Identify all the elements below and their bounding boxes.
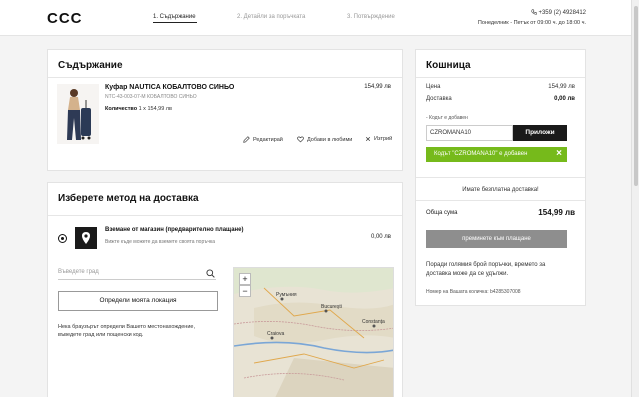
cart-divider-3 (416, 200, 585, 201)
product-code: NTC-43-003-07-M КОБАЛТОВО СИНЬО (105, 94, 197, 100)
product-quantity: Количество 1 x 154,99 лв (105, 106, 172, 112)
add-to-favorites-button[interactable]: Добави в любими (297, 136, 352, 143)
pencil-icon (243, 136, 250, 143)
coupon-input[interactable]: CZROMANA10 (426, 125, 513, 141)
cart-shipping-row: Доставка 0,00 лв (426, 96, 575, 102)
coupon-success-banner: Кодът "CZROMANA10" е добавен × (426, 147, 567, 162)
cart-price-row: Цена 154,99 лв (426, 84, 575, 90)
map-label-craiova: Craiova (267, 331, 284, 337)
delivery-title: Изберете метод на доставка (58, 193, 199, 204)
proceed-to-payment-button[interactable]: преминете към плащане (426, 230, 567, 248)
content-title: Съдържание (58, 60, 123, 71)
shipping-label: Доставка (426, 96, 452, 102)
location-hint: Нека браузърът определи Вашето местонахо… (58, 324, 196, 338)
step-details: 2. Детайли за поръчката (237, 14, 306, 20)
active-step-underline (153, 22, 197, 23)
remove-button[interactable]: Изтрий (365, 136, 392, 142)
site-logo[interactable]: CCC (47, 10, 83, 27)
cart-number: Номер на Вашата количка: b4285307008 (426, 289, 521, 295)
total-row: Обща сума 154,99 лв (426, 208, 575, 217)
price-label: Цена (426, 84, 441, 90)
delivery-option-title: Вземане от магазин (предварително плащан… (105, 227, 244, 233)
store-pickup-badge (75, 227, 97, 249)
price-value: 154,99 лв (548, 84, 575, 90)
site-header: CCC 1. Съдържание 2. Детайли за поръчкат… (0, 0, 631, 36)
cart-card: Кошница Цена 154,99 лв Доставка 0,00 лв … (415, 49, 586, 306)
scrollbar-thumb[interactable] (634, 6, 638, 186)
delivery-divider (48, 215, 402, 216)
remove-label: Изтрий (374, 136, 393, 142)
product-image[interactable] (57, 84, 99, 144)
heart-icon (297, 136, 304, 143)
delivery-option-subtitle: Вижте къде можете да вземете своята поръ… (105, 239, 216, 245)
map-label-constanta: Constanța (362, 319, 385, 325)
shipping-value: 0,00 лв (554, 96, 575, 102)
map-graphic: Bucureşti Румъния Craiova Constanța (234, 268, 393, 397)
coupon-success-text: Кодът "CZROMANA10" е добавен (434, 151, 528, 157)
phone-number[interactable]: +359 (2) 4928412 (538, 10, 586, 16)
cart-title: Кошница (426, 60, 471, 71)
free-shipping-message: Имате безплатна доставка! (462, 187, 539, 193)
city-search-input[interactable]: Въведете град (58, 266, 216, 280)
store-map[interactable]: Bucureşti Румъния Craiova Constanța + − (233, 267, 394, 397)
phone-line: +359 (2) 4928412 (478, 8, 586, 18)
cart-divider (416, 77, 585, 78)
delivery-card: Изберете метод на доставка Вземане от ма… (47, 182, 403, 397)
product-name[interactable]: Куфар NAUTICA КОБАЛТОВО СИНЬО (105, 84, 234, 91)
phone-icon (531, 9, 537, 15)
map-label-bucharest: Bucureşti (321, 304, 342, 310)
edit-label: Редактирай (253, 136, 283, 143)
delivery-option-price: 0,00 лв (370, 234, 391, 240)
content-card: Съдържание Куфар NAUTICA КОБАЛТОВО СИНЬО… (47, 49, 403, 171)
working-hours: Понеделник - Петък от 09:00 ч. до 18:00 … (477, 20, 586, 26)
total-label: Обща сума (426, 210, 458, 216)
search-icon[interactable] (206, 269, 215, 278)
locate-me-button[interactable]: Определи моята локация (58, 291, 218, 311)
coupon-label: - Кодът е добавен (426, 115, 468, 121)
product-price: 154,99 лв (364, 84, 391, 90)
page-scrollbar[interactable] (631, 0, 639, 397)
contact-info: +359 (2) 4928412 Понеделник - Петък от 0… (478, 8, 586, 28)
apply-coupon-button[interactable]: Приложи (513, 125, 567, 141)
quantity-value: 1 x 154,99 лв (138, 106, 172, 112)
location-pin-icon (82, 232, 90, 244)
edit-button[interactable]: Редактирай (243, 136, 283, 143)
remove-coupon-icon[interactable]: × (556, 148, 562, 159)
step-confirmation: 3. Потвърждение (347, 14, 395, 20)
delivery-delay-note: Поради голямия брой поръчки, времето за … (426, 262, 546, 277)
map-zoom-in-button[interactable]: + (239, 273, 251, 285)
step-content[interactable]: 1. Съдържание (153, 14, 196, 20)
content-divider (48, 77, 402, 78)
map-label-romania: Румъния (276, 292, 297, 298)
cart-divider-2 (416, 177, 585, 178)
close-icon (365, 136, 371, 142)
delivery-option-radio[interactable] (58, 234, 67, 243)
map-zoom-out-button[interactable]: − (239, 285, 251, 297)
quantity-label: Количество (105, 106, 138, 112)
total-value: 154,99 лв (538, 208, 575, 217)
favorites-label: Добави в любими (307, 136, 353, 143)
